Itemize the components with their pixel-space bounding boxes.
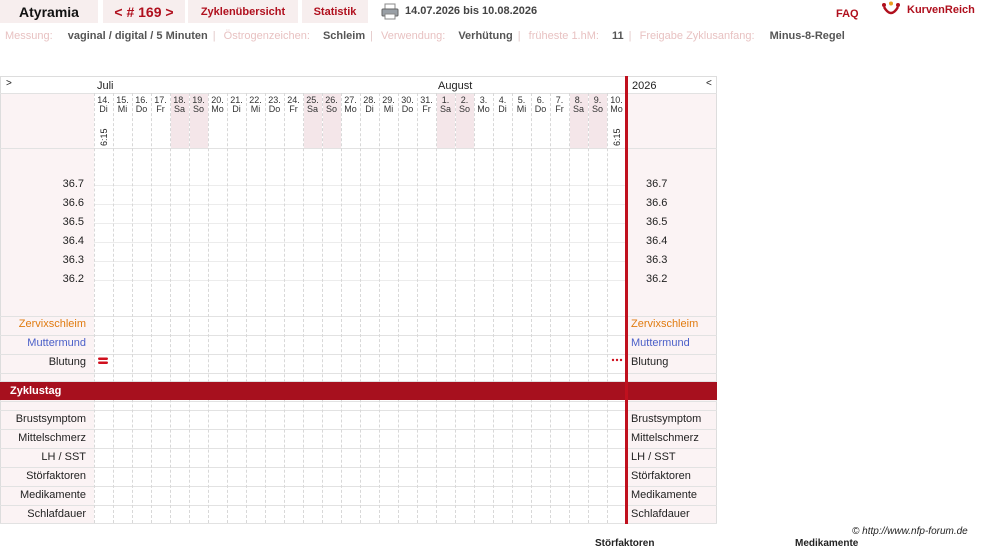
oestrogen-value: Schleim — [322, 30, 366, 42]
chart-nav-prev[interactable]: < — [706, 78, 712, 89]
fruehest-label: früheste 1.hM: — [528, 30, 599, 42]
freigabe-label: Freigabe Zyklusanfang: — [639, 30, 755, 42]
user-name: Atyramia — [0, 0, 98, 23]
verwendung-value: Verhütung — [458, 30, 513, 42]
bleeding-spotting-marker — [611, 354, 623, 362]
zervix-label-right: Zervixschleim — [631, 318, 699, 330]
month-label-july: Juli — [97, 80, 114, 92]
cycle-day-label: Zyklustag — [10, 385, 62, 397]
messung-label: Messung: — [5, 30, 53, 42]
month-label-august: August — [438, 80, 473, 92]
brand-logo-icon[interactable] — [881, 1, 901, 19]
blutung-label-right: Blutung — [631, 356, 669, 368]
zervix-label-left: Zervixschleim — [18, 318, 86, 330]
credit: © http://www.nfp-forum.de — [852, 526, 968, 537]
fruehest-value: 11 — [612, 30, 624, 42]
cycle-day-bar — [0, 382, 717, 400]
cycle-end-line — [625, 76, 628, 524]
muttermund-label-right: Muttermund — [631, 337, 690, 349]
faq-link[interactable]: FAQ — [836, 8, 859, 20]
chart-nav-next[interactable]: > — [6, 78, 12, 89]
muttermund-label-left: Muttermund — [27, 337, 86, 349]
date-range: 14.07.2026 bis 10.08.2026 — [405, 5, 538, 17]
verwendung-label: Verwendung: — [381, 30, 446, 42]
statistics-button[interactable]: Statistik — [302, 0, 368, 23]
settings-summary: Messung: vaginal / digital / 5 Minuten | … — [5, 30, 845, 42]
year-label: 2026 — [632, 80, 657, 92]
oestrogen-label: Östrogenzeichen: — [223, 30, 310, 42]
cycle-chart — [0, 76, 717, 524]
blutung-label-left: Blutung — [48, 356, 86, 368]
cycle-overview-button[interactable]: Zyklenübersicht — [188, 0, 298, 23]
messung-value: vaginal / digital / 5 Minuten — [67, 30, 208, 42]
brand-name[interactable]: KurvenReich — [907, 4, 975, 16]
bleeding-marker — [97, 356, 109, 364]
print-icon[interactable] — [381, 3, 399, 20]
cycle-selector[interactable]: < # 169 > — [103, 0, 185, 23]
freigabe-value: Minus-8-Regel — [769, 30, 845, 42]
